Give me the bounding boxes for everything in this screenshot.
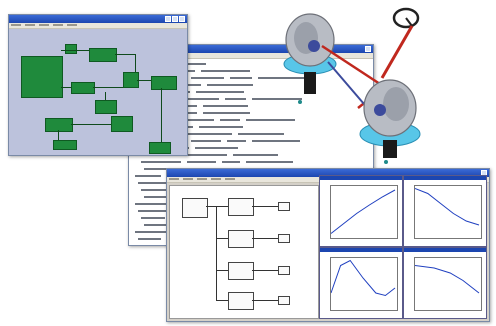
signal-line: [252, 270, 278, 271]
plot-window[interactable]: [403, 247, 487, 319]
plot-svg: [331, 189, 396, 234]
signal-line: [216, 238, 228, 239]
equation-text-line: [187, 98, 219, 100]
simulation-window[interactable]: [166, 168, 490, 322]
equation-text-line: [207, 84, 253, 86]
plot-window[interactable]: [403, 175, 487, 247]
block-top-2[interactable]: [89, 48, 117, 62]
plot-window[interactable]: [319, 175, 403, 247]
signal-line: [252, 300, 278, 301]
wire: [71, 124, 111, 125]
plot-titlebar[interactable]: [320, 248, 402, 252]
signal-line: [216, 270, 228, 271]
wire: [58, 130, 59, 140]
signal-line: [206, 206, 228, 207]
plot-window[interactable]: [319, 247, 403, 319]
plot-area: [319, 175, 487, 319]
block-low-3[interactable]: [53, 140, 77, 150]
block-diagram-window[interactable]: [8, 14, 188, 156]
plot-titlebar[interactable]: [320, 176, 402, 180]
signal-line: [216, 300, 228, 301]
block-low-2[interactable]: [111, 116, 133, 132]
output-port[interactable]: [278, 202, 290, 211]
plot-series-line: [415, 265, 480, 294]
output-port[interactable]: [278, 234, 290, 243]
wire: [161, 88, 162, 142]
wire: [105, 92, 106, 100]
subsystem-block[interactable]: [228, 262, 254, 280]
equation-text-line: [199, 126, 243, 128]
signal-line: [252, 238, 278, 239]
plot-series-line: [331, 259, 396, 297]
equation-text-line: [230, 77, 252, 79]
block-low-1[interactable]: [45, 118, 73, 132]
minimize-button[interactable]: [165, 16, 171, 22]
wire: [61, 50, 89, 51]
block-top-1[interactable]: [65, 44, 77, 54]
wire: [93, 87, 123, 88]
large-block[interactable]: [21, 56, 63, 98]
block-window-titlebar[interactable]: [9, 15, 187, 23]
output-port[interactable]: [278, 266, 290, 275]
equation-text-line: [225, 98, 246, 100]
signal-line: [216, 206, 217, 300]
maximize-button[interactable]: [172, 16, 178, 22]
equation-text-line: [138, 238, 161, 240]
block-low-4[interactable]: [149, 142, 171, 154]
output-port[interactable]: [278, 296, 290, 305]
steering-column: [380, 25, 414, 79]
upper-wheel-assembly: [283, 13, 337, 104]
equation-text-line: [203, 112, 250, 114]
equation-text-line: [196, 91, 244, 93]
close-button[interactable]: [179, 16, 185, 22]
equation-text-line: [222, 161, 240, 163]
link-arm: [327, 61, 365, 105]
equation-text-line: [203, 105, 248, 107]
wire: [61, 87, 71, 88]
equation-text-line: [141, 217, 165, 219]
plot-svg: [415, 265, 480, 294]
plot-titlebar[interactable]: [404, 176, 486, 180]
wire: [135, 54, 136, 72]
plot-titlebar[interactable]: [404, 248, 486, 252]
equation-text-line: [195, 147, 238, 149]
equation-text-line: [220, 119, 240, 121]
equation-text-line: [135, 175, 161, 177]
equation-text-line: [191, 140, 221, 142]
equation-text-line: [141, 161, 181, 163]
equation-text-line: [187, 161, 216, 163]
suspension-assembly-icon: [283, 7, 421, 164]
equation-text-line: [191, 77, 224, 79]
wire: [137, 80, 151, 81]
wire: [115, 54, 135, 55]
subsystem-block[interactable]: [228, 292, 254, 310]
signal-line: [252, 206, 278, 207]
block-canvas[interactable]: [11, 30, 185, 154]
block-mid-3[interactable]: [71, 82, 95, 94]
steering-wheel-icon: [392, 7, 420, 29]
plot-series-line: [415, 188, 480, 226]
plot-series-line: [331, 189, 396, 234]
subsystem-block[interactable]: [228, 230, 254, 248]
lower-wheel-assembly: [359, 79, 421, 164]
block-window-menubar: [9, 23, 187, 29]
subsystem-block[interactable]: [228, 198, 254, 216]
equation-text-line: [227, 140, 246, 142]
equation-text-line: [201, 70, 250, 72]
block-mid-4[interactable]: [95, 100, 117, 114]
block-mid-2[interactable]: [151, 76, 177, 90]
plot-svg: [415, 188, 480, 226]
model-canvas[interactable]: [169, 185, 319, 319]
source-block[interactable]: [182, 198, 208, 218]
plot-svg: [331, 259, 396, 297]
